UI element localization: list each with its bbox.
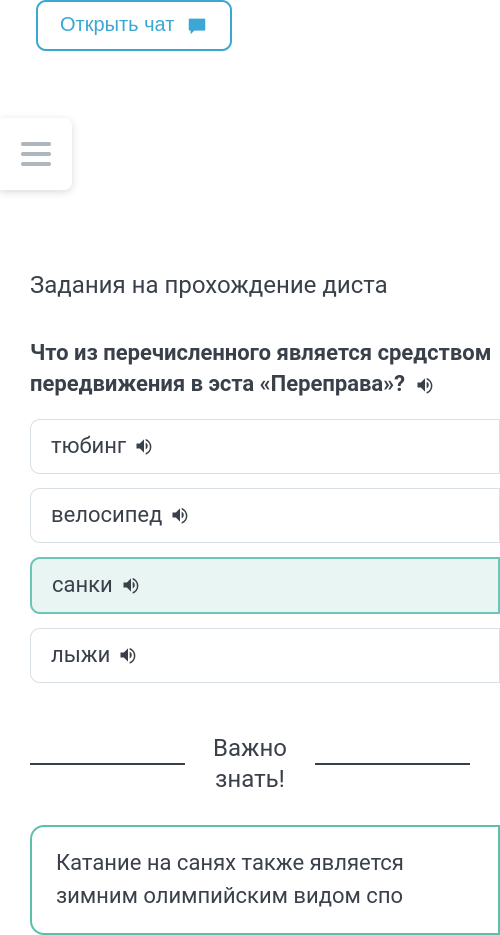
answer-label: велосипед bbox=[51, 503, 162, 528]
speaker-icon[interactable] bbox=[118, 645, 138, 665]
answer-label: тюбинг bbox=[51, 434, 126, 459]
speaker-icon[interactable] bbox=[170, 505, 190, 525]
divider-line-right bbox=[315, 763, 470, 765]
answer-label: лыжи bbox=[51, 643, 110, 668]
info-box-text: Катание на санях также является зимним о… bbox=[56, 851, 404, 909]
question-text: Что из перечисленного является средством… bbox=[30, 339, 500, 401]
hamburger-icon bbox=[21, 142, 51, 166]
chat-icon bbox=[186, 15, 208, 37]
divider-section: Важно знать! bbox=[30, 733, 500, 795]
answer-label: санки bbox=[52, 573, 113, 598]
menu-button[interactable] bbox=[0, 118, 72, 190]
answer-option-2[interactable]: санки bbox=[30, 557, 500, 614]
info-box: Катание на санях также является зимним о… bbox=[30, 825, 500, 935]
divider-line-left bbox=[30, 763, 185, 765]
section-title: Задания на прохождение диста bbox=[30, 271, 500, 299]
speaker-icon[interactable] bbox=[415, 375, 435, 395]
answer-option-1[interactable]: велосипед bbox=[30, 488, 500, 543]
answer-option-3[interactable]: лыжи bbox=[30, 628, 500, 683]
speaker-icon[interactable] bbox=[121, 575, 141, 595]
chat-button-label: Открыть чат bbox=[60, 14, 174, 37]
answer-list: тюбинг велосипед санки лыжи bbox=[30, 419, 500, 683]
answer-option-0[interactable]: тюбинг bbox=[30, 419, 500, 474]
divider-label: Важно знать! bbox=[185, 733, 315, 795]
open-chat-button[interactable]: Открыть чат bbox=[36, 0, 232, 51]
speaker-icon[interactable] bbox=[134, 436, 154, 456]
